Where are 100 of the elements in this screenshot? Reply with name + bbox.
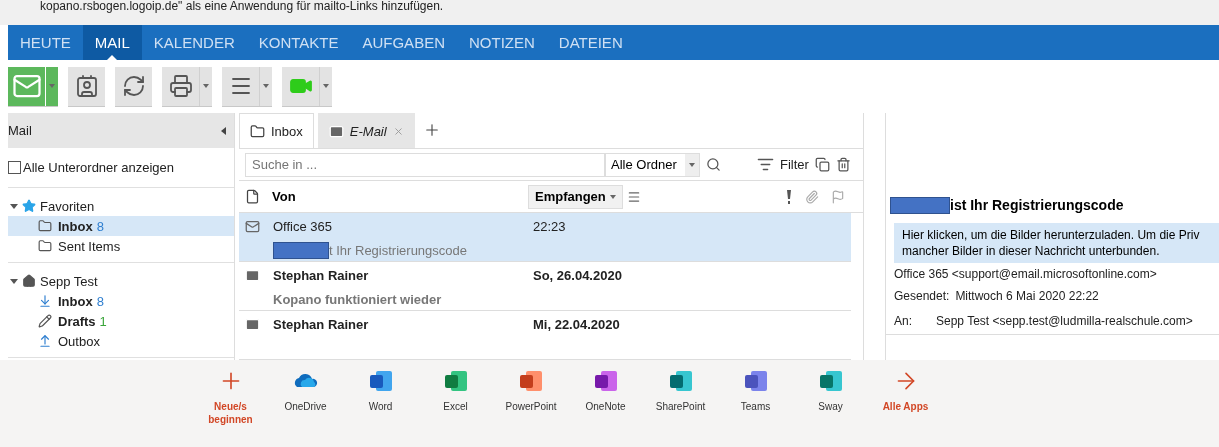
folder-name: Drafts [58,313,96,329]
expand-icon[interactable] [10,277,18,285]
pencil-icon [38,314,52,328]
unread-count: 8 [96,218,104,234]
nav-tab[interactable]: MAIL [82,25,142,60]
folder-icon [38,219,52,233]
checkbox[interactable] [8,161,21,174]
banner-text: mancher Bilder in dieser Nachricht unterbunden. [902,243,1161,259]
folder-name: Inbox [58,293,93,309]
image-notice-banner[interactable]: Hier klicken, um die Bilder herunterzuladen. Um die Priv mancher Bilder in dieser Nachricht unterbunden. [894,223,1219,263]
caret-icon [323,84,329,88]
trash-icon[interactable] [835,157,851,173]
field-label: An: [894,313,913,328]
email-sender: Office 365 [273,218,334,234]
folder-item[interactable]: Inbox 8 [8,291,234,311]
app-launcher[interactable]: OneDrive [268,368,343,447]
folder-name: Inbox [58,218,93,234]
nav-tab[interactable]: DATEIEN [546,25,635,60]
document-icon [245,189,260,205]
filter-label[interactable]: Filter [780,157,809,173]
folder-item[interactable]: Outbox [8,331,234,351]
star-icon [22,199,36,213]
email-subject: t Ihr Registrierungscode [329,242,467,258]
sender-address: Office 365 <support@email.microsoftonline.com> [894,267,1157,281]
app-launcher[interactable]: PowerPoint [493,368,568,447]
folder-icon [250,123,265,139]
field-label: Gesendet: [894,289,950,303]
nav-tab[interactable]: HEUTE [8,25,83,60]
email-sender: Stephan Rainer [273,267,370,283]
folder-icon [38,239,52,253]
address-book-icon [74,74,99,98]
app-launcher[interactable]: Excel [418,368,493,447]
copy-icon[interactable] [814,157,830,173]
app-launcher[interactable]: SharePoint [643,368,718,447]
search-icon[interactable] [706,157,721,173]
nav-tab[interactable]: NOTIZEN [456,25,547,60]
folder-item[interactable]: Drafts 1 [8,311,234,331]
expand-icon[interactable] [10,202,18,210]
caret-icon [263,84,269,88]
email-date: So, 26.04.2020 [533,267,623,283]
app-icon [817,368,844,394]
caret-icon [49,84,55,88]
unread-count: 8 [96,293,104,309]
home-icon [22,274,36,288]
tab[interactable]: E-Mail [317,113,415,148]
tree-heading[interactable]: Sepp Test [40,273,98,289]
toolbar-button[interactable] [222,66,272,107]
email-sender: Stephan Rainer [273,316,370,332]
printer-icon [168,74,193,98]
notice-text: kopano.rsbogen.logoip.de" als eine Anwendung für mailto-Links hinzufügen. [40,0,444,12]
folder-name: Outbox [58,333,100,349]
app-launcher[interactable]: Word [343,368,418,447]
email-row[interactable]: Office 365 22:23 t Ihr Registrierungscode [239,213,851,262]
toolbar-button[interactable] [68,66,105,107]
caret-icon [689,162,695,167]
app-launcher[interactable]: Neue/s beginnen [193,368,268,447]
app-icon [517,368,544,394]
importance-icon[interactable] [787,189,791,204]
caret-icon [203,84,209,88]
email-date: 22:23 [533,218,567,234]
paperclip-icon[interactable] [805,189,819,204]
tab[interactable]: Inbox [239,113,314,148]
app-launcher[interactable]: OneNote [568,368,643,447]
app-icon [667,368,694,394]
folder-item[interactable]: Sent Items [8,236,234,256]
sort-button[interactable]: Empfangen [528,184,623,209]
email-subject: ist Ihr Registrierungscode [950,197,1124,213]
sidebar-title: Mail [8,123,32,138]
nav-tab[interactable]: KONTAKTE [246,25,351,60]
banner-text: Hier klicken, um die Bilder herunterzuladen. Um die Priv [902,227,1201,243]
email-subject: Kopano funktioniert wieder [273,291,442,307]
app-icon [367,368,394,394]
folder-name: Sent Items [58,238,121,254]
folder-item[interactable]: Inbox 8 [8,216,234,236]
inbox-icon [38,294,52,308]
envelope-icon [328,123,344,139]
app-launcher[interactable]: Sway [793,368,868,447]
app-launcher[interactable]: Alle Apps [868,368,943,447]
checkbox-label: Alle Unterordner anzeigen [23,160,175,175]
nav-tab[interactable]: AUFGABEN [350,25,457,60]
nav-tab[interactable]: KALENDER [141,25,247,60]
tree-heading[interactable]: Favoriten [40,198,95,214]
unread-count: 1 [99,313,107,329]
sent-date: Mittwoch 6 Mai 2020 22:22 [955,289,1099,303]
toolbar-button[interactable] [162,66,212,107]
column-menu-icon[interactable] [626,189,641,204]
collapse-icon[interactable] [221,126,226,135]
app-icon [742,368,769,394]
app-icon [442,368,469,394]
recipient-address: Sepp Test <sepp.test@ludmilla-realschule.com> [936,313,1193,328]
search-field[interactable]: Suche in ... [245,152,605,177]
app-launcher[interactable]: Teams [718,368,793,447]
email-date: Mi, 22.04.2020 [533,316,621,332]
outbox-icon [38,334,52,348]
column-header[interactable]: Von [272,189,528,205]
caret-icon [609,194,616,199]
toolbar-button[interactable] [115,66,152,107]
app-icon [592,368,619,394]
sync-icon [121,74,146,98]
folder-dropdown[interactable]: Alle Ordner [605,152,700,177]
